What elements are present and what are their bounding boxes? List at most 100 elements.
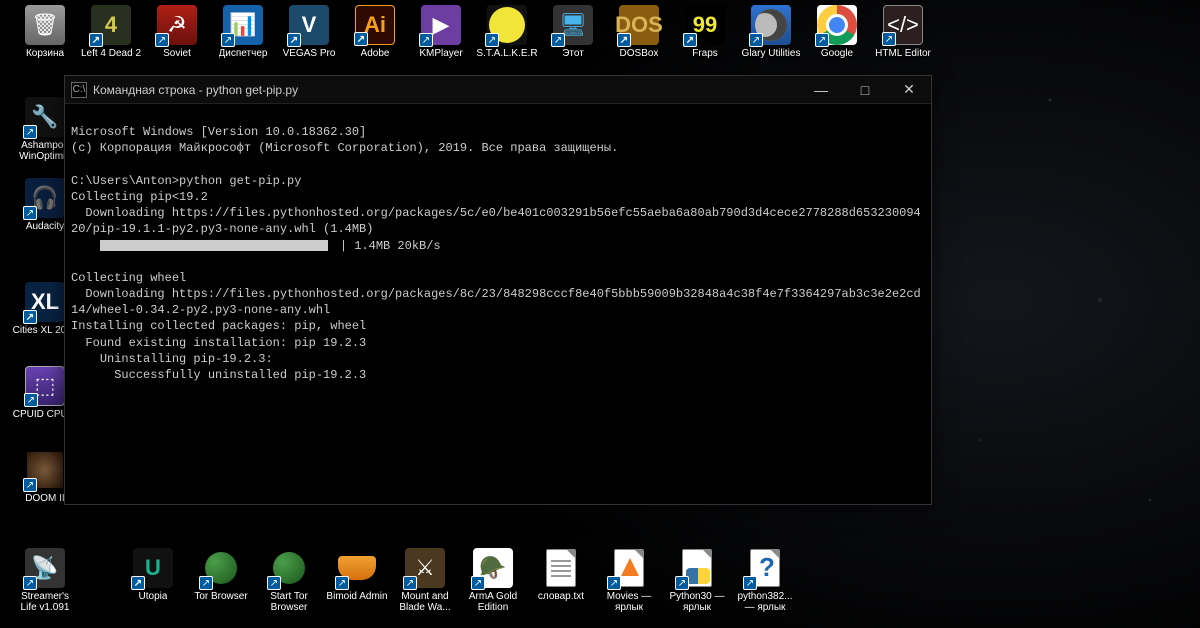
icon-label: Movies — ярлык xyxy=(596,591,662,613)
shortcut-arrow-icon: ↗ xyxy=(89,33,103,47)
python30-shortcut-icon[interactable]: ↗ Python30 — ярлык xyxy=(664,548,730,613)
output-line: (c) Корпорация Майкрософт (Microsoft Cor… xyxy=(71,141,618,155)
movies-shortcut-icon[interactable]: ↗ Movies — ярлык xyxy=(596,548,662,613)
icon-label: Start Tor Browser xyxy=(256,591,322,613)
adobe-illustrator-icon[interactable]: Ai↗ Adobe xyxy=(342,5,408,59)
icon-label: Google xyxy=(821,48,853,59)
shortcut-arrow-icon: ↗ xyxy=(199,576,213,590)
maximize-button[interactable]: □ xyxy=(843,76,887,103)
icon-label: DOSBox xyxy=(620,48,659,59)
cmd-icon: C:\ xyxy=(71,82,87,98)
icon-label: Utopia xyxy=(139,591,168,602)
icon-label: Glary Utilities xyxy=(742,48,801,59)
shortcut-arrow-icon: ↗ xyxy=(155,33,169,47)
output-line: Uninstalling pip-19.2.3: xyxy=(71,352,273,366)
recycle-bin-icon[interactable]: 🗑 Корзина xyxy=(12,5,78,59)
vegas-icon[interactable]: V↗ VEGAS Pro xyxy=(276,5,342,59)
slovar-txt-icon[interactable]: словар.txt xyxy=(528,548,594,602)
shortcut-arrow-icon: ↗ xyxy=(221,33,235,47)
audio-icon: 🎧↗ xyxy=(25,178,65,218)
icon-label: VEGAS Pro xyxy=(283,48,336,59)
icon-label: KMPlayer xyxy=(419,48,462,59)
dosbox-icon[interactable]: DOS↗ DOSBox xyxy=(606,5,672,59)
this-pc-icon[interactable]: 🖥↗ Этот xyxy=(540,5,606,59)
shortcut-arrow-icon: ↗ xyxy=(419,33,433,47)
glary-icon[interactable]: ↗ Glary Utilities xyxy=(738,5,804,59)
shortcut-arrow-icon: ↗ xyxy=(617,33,631,47)
shortcut-arrow-icon: ↗ xyxy=(23,310,37,324)
streamers-life-icon[interactable]: 📡↗ Streamer's Life v1.091 xyxy=(12,548,78,613)
icon-label: Python30 — ярлык xyxy=(664,591,730,613)
output-line: Found existing installation: pip 19.2.3 xyxy=(71,336,366,350)
shortcut-arrow-icon: ↗ xyxy=(743,576,757,590)
shortcut-arrow-icon: ↗ xyxy=(749,33,763,47)
sword-icon: ⚔↗ xyxy=(405,548,445,588)
icon-label: DOOM II xyxy=(25,493,64,504)
globe-icon: ↗ xyxy=(201,548,241,588)
dispatcher-icon[interactable]: 📊↗ Диспетчер xyxy=(210,5,276,59)
icon-label: Fraps xyxy=(692,48,718,59)
utopia-icon[interactable]: U↗ Utopia xyxy=(120,548,186,602)
dos-icon: DOS↗ xyxy=(619,5,659,45)
shortcut-arrow-icon: ↗ xyxy=(485,33,499,47)
chrome-icon[interactable]: ↗ Google xyxy=(804,5,870,59)
html-editor-icon[interactable]: </>↗ HTML Editor xyxy=(870,5,936,59)
icon-label: Этот xyxy=(562,48,584,59)
shortcut-arrow-icon: ↗ xyxy=(267,576,281,590)
chip-icon: ⬚↗ xyxy=(25,366,65,406)
python-icon: ↗ xyxy=(677,548,717,588)
browser-icon: ↗ xyxy=(817,5,857,45)
globe-icon: ↗ xyxy=(269,548,309,588)
icon-label: Диспетчер xyxy=(219,48,268,59)
icon-label: Tor Browser xyxy=(194,591,247,602)
shortcut-arrow-icon: ↗ xyxy=(675,576,689,590)
progress-text: | 1.4MB 20kB/s xyxy=(340,238,441,254)
icon-label: HTML Editor xyxy=(875,48,931,59)
wings-icon: ↗ xyxy=(337,548,377,588)
command-prompt-window[interactable]: C:\ Командная строка - python get-pip.py… xyxy=(64,75,932,505)
shortcut-arrow-icon: ↗ xyxy=(607,576,621,590)
city-icon: XL↗ xyxy=(25,282,65,322)
shortcut-arrow-icon: ↗ xyxy=(471,576,485,590)
shortcut-arrow-icon: ↗ xyxy=(683,33,697,47)
arma-icon[interactable]: 🪖↗ ArmA Gold Edition xyxy=(460,548,526,613)
moon-icon: ↗ xyxy=(751,5,791,45)
icon-label: python382... — ярлык xyxy=(732,591,798,613)
trash-icon: 🗑 xyxy=(25,5,65,45)
icon-label: Корзина xyxy=(26,48,64,59)
icon-label: Adobe xyxy=(361,48,390,59)
close-button[interactable]: ✕ xyxy=(887,76,931,103)
tor-browser-icon[interactable]: ↗ Tor Browser xyxy=(188,548,254,602)
minimize-button[interactable]: — xyxy=(799,76,843,103)
kmplayer-icon[interactable]: ▶↗ KMPlayer xyxy=(408,5,474,59)
game-icon: 4↗ xyxy=(91,5,131,45)
icon-label: Audacity xyxy=(26,221,64,232)
output-line: Downloading https://files.pythonhosted.o… xyxy=(71,287,921,317)
shortcut-arrow-icon: ↗ xyxy=(882,32,896,46)
shortcut-arrow-icon: ↗ xyxy=(551,33,565,47)
start-tor-icon[interactable]: ↗ Start Tor Browser xyxy=(256,548,322,613)
window-title: Командная строка - python get-pip.py xyxy=(93,83,799,97)
output-line: Collecting pip<19.2 xyxy=(71,190,208,204)
v-icon: V↗ xyxy=(289,5,329,45)
l4d2-icon[interactable]: 4↗ Left 4 Dead 2 xyxy=(78,5,144,59)
fraps-icon[interactable]: 99↗ Fraps xyxy=(672,5,738,59)
stalker-icon[interactable]: ↗ S.T.A.L.K.E.R xyxy=(474,5,540,59)
window-controls: — □ ✕ xyxy=(799,76,931,103)
window-titlebar[interactable]: C:\ Командная строка - python get-pip.py… xyxy=(65,76,931,104)
monitor-icon: 📊↗ xyxy=(223,5,263,45)
mount-blade-icon[interactable]: ⚔↗ Mount and Blade Wa... xyxy=(392,548,458,613)
soviet-icon[interactable]: ☭↗ Soviet xyxy=(144,5,210,59)
vlc-icon: ↗ xyxy=(609,548,649,588)
output-line: Successfully uninstalled pip-19.2.3 xyxy=(71,368,366,382)
python382-shortcut-icon[interactable]: ?↗ python382... — ярлык xyxy=(732,548,798,613)
shortcut-arrow-icon: ↗ xyxy=(403,576,417,590)
ai-icon: Ai↗ xyxy=(355,5,395,45)
play-icon: ▶↗ xyxy=(421,5,461,45)
bimoid-icon[interactable]: ↗ Bimoid Admin xyxy=(324,548,390,602)
progress-bar xyxy=(100,240,338,251)
output-line: Collecting wheel xyxy=(71,271,186,285)
output-line: Microsoft Windows [Version 10.0.18362.30… xyxy=(71,125,366,139)
shortcut-arrow-icon: ↗ xyxy=(815,33,829,47)
icon-label: Mount and Blade Wa... xyxy=(392,591,458,613)
